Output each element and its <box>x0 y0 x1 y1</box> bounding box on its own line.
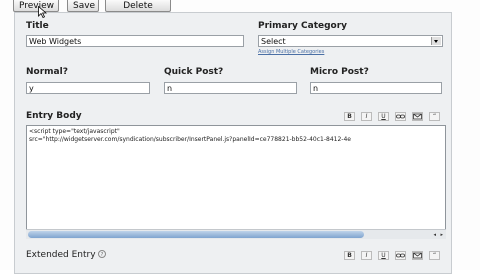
entry-body-label: Entry Body <box>26 111 82 121</box>
extended-link-icon[interactable] <box>395 251 406 260</box>
assign-multiple-categories-link[interactable]: Assign Multiple Categories <box>258 49 324 55</box>
extended-bold-icon[interactable]: B <box>344 251 355 260</box>
extended-entry-label: Extended Entry <box>26 250 96 260</box>
primary-category-value: Select <box>261 37 286 46</box>
delete-entry-button[interactable]: Delete Entry <box>105 0 171 23</box>
email-icon[interactable] <box>412 112 423 121</box>
underline-icon[interactable]: U <box>378 112 389 121</box>
quick-post-input[interactable]: n <box>164 82 297 94</box>
bold-icon[interactable]: B <box>344 112 355 121</box>
entry-editor-page: Preview Save Delete Entry Title Web Widg… <box>0 0 480 274</box>
extended-italic-icon[interactable]: I <box>361 251 372 260</box>
normal-label: Normal? <box>26 67 68 77</box>
code-line-1: <script type="text/javascript" <box>29 128 120 135</box>
micro-post-label: Micro Post? <box>310 67 369 77</box>
extended-underline-icon[interactable]: U <box>378 251 389 260</box>
primary-category-select[interactable]: Select <box>258 35 443 47</box>
help-icon[interactable]: ? <box>98 250 106 258</box>
extended-email-icon[interactable] <box>412 251 423 260</box>
scrollbar-thumb[interactable] <box>28 231 364 238</box>
editor-horizontal-scrollbar[interactable]: ◂ ▸ <box>26 229 446 239</box>
preview-button[interactable]: Preview <box>13 0 59 12</box>
primary-category-label: Primary Category <box>258 21 348 31</box>
chevron-down-icon <box>431 37 441 45</box>
italic-icon[interactable]: I <box>361 112 372 121</box>
title-input[interactable]: Web Widgets <box>26 35 244 47</box>
title-label: Title <box>26 21 49 31</box>
entry-body-editor[interactable]: <script type="text/javascript" src="http… <box>26 125 446 239</box>
code-line-2: src="http://widgetserver.com/syndication… <box>29 136 351 143</box>
scroll-right-icon[interactable]: ▸ <box>440 232 443 238</box>
save-button[interactable]: Save <box>67 0 99 12</box>
quick-post-label: Quick Post? <box>164 67 224 77</box>
extended-quote-icon[interactable]: “ <box>429 251 440 260</box>
normal-input[interactable]: y <box>26 82 150 94</box>
mouse-pointer-icon <box>38 6 47 18</box>
link-icon[interactable] <box>395 112 406 121</box>
scroll-left-icon[interactable]: ◂ <box>433 232 436 238</box>
quote-icon[interactable]: “ <box>429 112 440 121</box>
micro-post-input[interactable]: n <box>310 82 442 94</box>
